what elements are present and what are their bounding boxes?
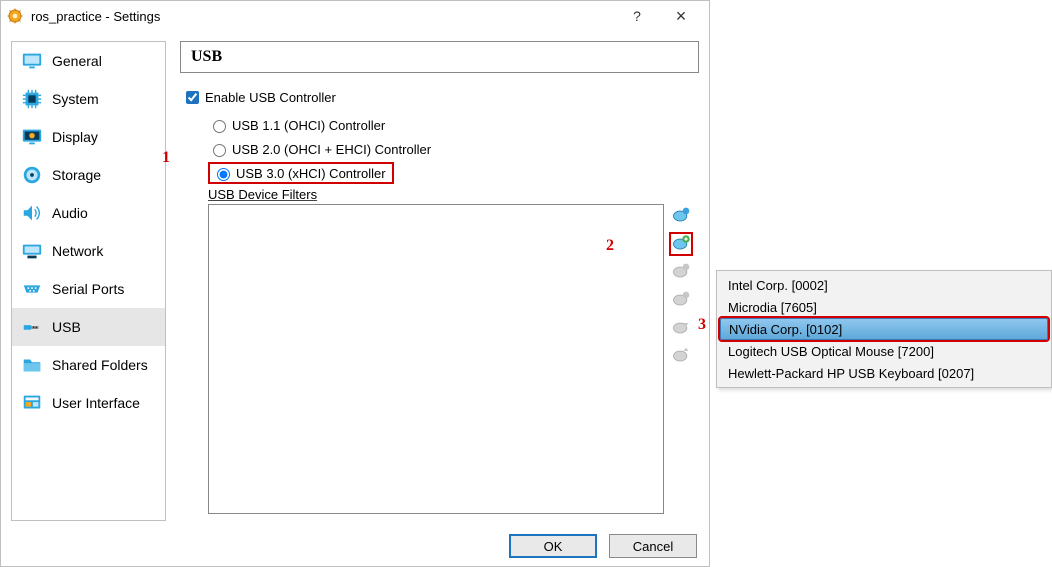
move-filter-up-button	[669, 316, 693, 340]
radio-usb3-highlight: USB 3.0 (xHCI) Controller	[208, 162, 394, 184]
monitor-icon	[20, 49, 44, 73]
sidebar-item-shared-folders[interactable]: Shared Folders	[12, 346, 165, 384]
display-icon	[20, 125, 44, 149]
disk-icon	[20, 163, 44, 187]
dialog-footer: OK Cancel	[1, 534, 697, 558]
enable-usb-input[interactable]	[186, 91, 199, 104]
popup-item[interactable]: Intel Corp. [0002]	[720, 274, 1048, 296]
sidebar-item-network[interactable]: Network	[12, 232, 165, 270]
sidebar-item-general[interactable]: General	[12, 42, 165, 80]
titlebar: ros_practice - Settings ? ×	[1, 1, 709, 31]
filters-area	[208, 204, 699, 514]
popup-item[interactable]: Logitech USB Optical Mouse [7200]	[720, 340, 1048, 362]
add-empty-filter-button[interactable]	[669, 204, 693, 228]
sidebar-item-audio[interactable]: Audio	[12, 194, 165, 232]
sidebar-item-label: General	[52, 53, 102, 69]
settings-window: ros_practice - Settings ? × General Syst…	[0, 0, 710, 567]
remove-filter-button	[669, 288, 693, 312]
ok-button[interactable]: OK	[509, 534, 597, 558]
usb-panel: USB Enable USB Controller USB 1.1 (OHCI)…	[166, 41, 699, 521]
filters-side-buttons	[668, 204, 694, 372]
sidebar-item-label: Display	[52, 129, 98, 145]
radio-usb3-row: USB 3.0 (xHCI) Controller	[208, 161, 699, 185]
network-icon	[20, 239, 44, 263]
sidebar-item-storage[interactable]: Storage	[12, 156, 165, 194]
body: General System Display Storage Audio Net…	[11, 41, 699, 521]
edit-filter-button	[669, 260, 693, 284]
panel-title: USB	[180, 41, 699, 73]
radio-usb3[interactable]: USB 3.0 (xHCI) Controller	[212, 165, 386, 181]
sidebar-item-serial[interactable]: Serial Ports	[12, 270, 165, 308]
sidebar-item-label: Storage	[52, 167, 101, 183]
ui-icon	[20, 391, 44, 415]
radio-usb2[interactable]: USB 2.0 (OHCI + EHCI) Controller	[208, 137, 699, 161]
sidebar-item-label: Shared Folders	[52, 357, 148, 373]
settings-sidebar: General System Display Storage Audio Net…	[11, 41, 166, 521]
sidebar-item-system[interactable]: System	[12, 80, 165, 118]
callout-2: 2	[606, 237, 614, 255]
sidebar-item-label: User Interface	[52, 395, 140, 411]
help-button[interactable]: ?	[615, 1, 659, 31]
sidebar-item-user-interface[interactable]: User Interface	[12, 384, 165, 422]
popup-item[interactable]: Hewlett-Packard HP USB Keyboard [0207]	[720, 362, 1048, 384]
sidebar-item-label: Serial Ports	[52, 281, 124, 297]
sidebar-item-label: USB	[52, 319, 81, 335]
sidebar-item-display[interactable]: Display	[12, 118, 165, 156]
folder-icon	[20, 353, 44, 377]
sidebar-item-usb[interactable]: USB	[12, 308, 165, 346]
usb-device-popup: Intel Corp. [0002] Microdia [7605] NVidi…	[716, 270, 1052, 388]
app-icon	[7, 8, 23, 24]
popup-item[interactable]: Microdia [7605]	[720, 296, 1048, 318]
enable-usb-label: Enable USB Controller	[205, 90, 336, 105]
speaker-icon	[20, 201, 44, 225]
cancel-button[interactable]: Cancel	[609, 534, 697, 558]
serial-port-icon	[20, 277, 44, 301]
enable-usb-checkbox[interactable]: Enable USB Controller	[182, 85, 699, 109]
window-title: ros_practice - Settings	[31, 9, 615, 24]
controller-radio-group: USB 1.1 (OHCI) Controller USB 2.0 (OHCI …	[208, 113, 699, 185]
callout-3: 3	[698, 316, 706, 334]
chip-icon	[20, 87, 44, 111]
add-filter-from-device-button[interactable]	[669, 232, 693, 256]
callout-1: 1	[162, 149, 170, 167]
close-button[interactable]: ×	[659, 1, 703, 31]
usb-filters-listbox[interactable]	[208, 204, 664, 514]
sidebar-item-label: Audio	[52, 205, 88, 221]
usb-icon	[20, 315, 44, 339]
radio-usb1[interactable]: USB 1.1 (OHCI) Controller	[208, 113, 699, 137]
filters-label: USB Device Filters	[208, 187, 699, 202]
sidebar-item-label: System	[52, 91, 99, 107]
sidebar-item-label: Network	[52, 243, 103, 259]
popup-item-nvidia[interactable]: NVidia Corp. [0102]	[720, 318, 1048, 340]
move-filter-down-button	[669, 344, 693, 368]
